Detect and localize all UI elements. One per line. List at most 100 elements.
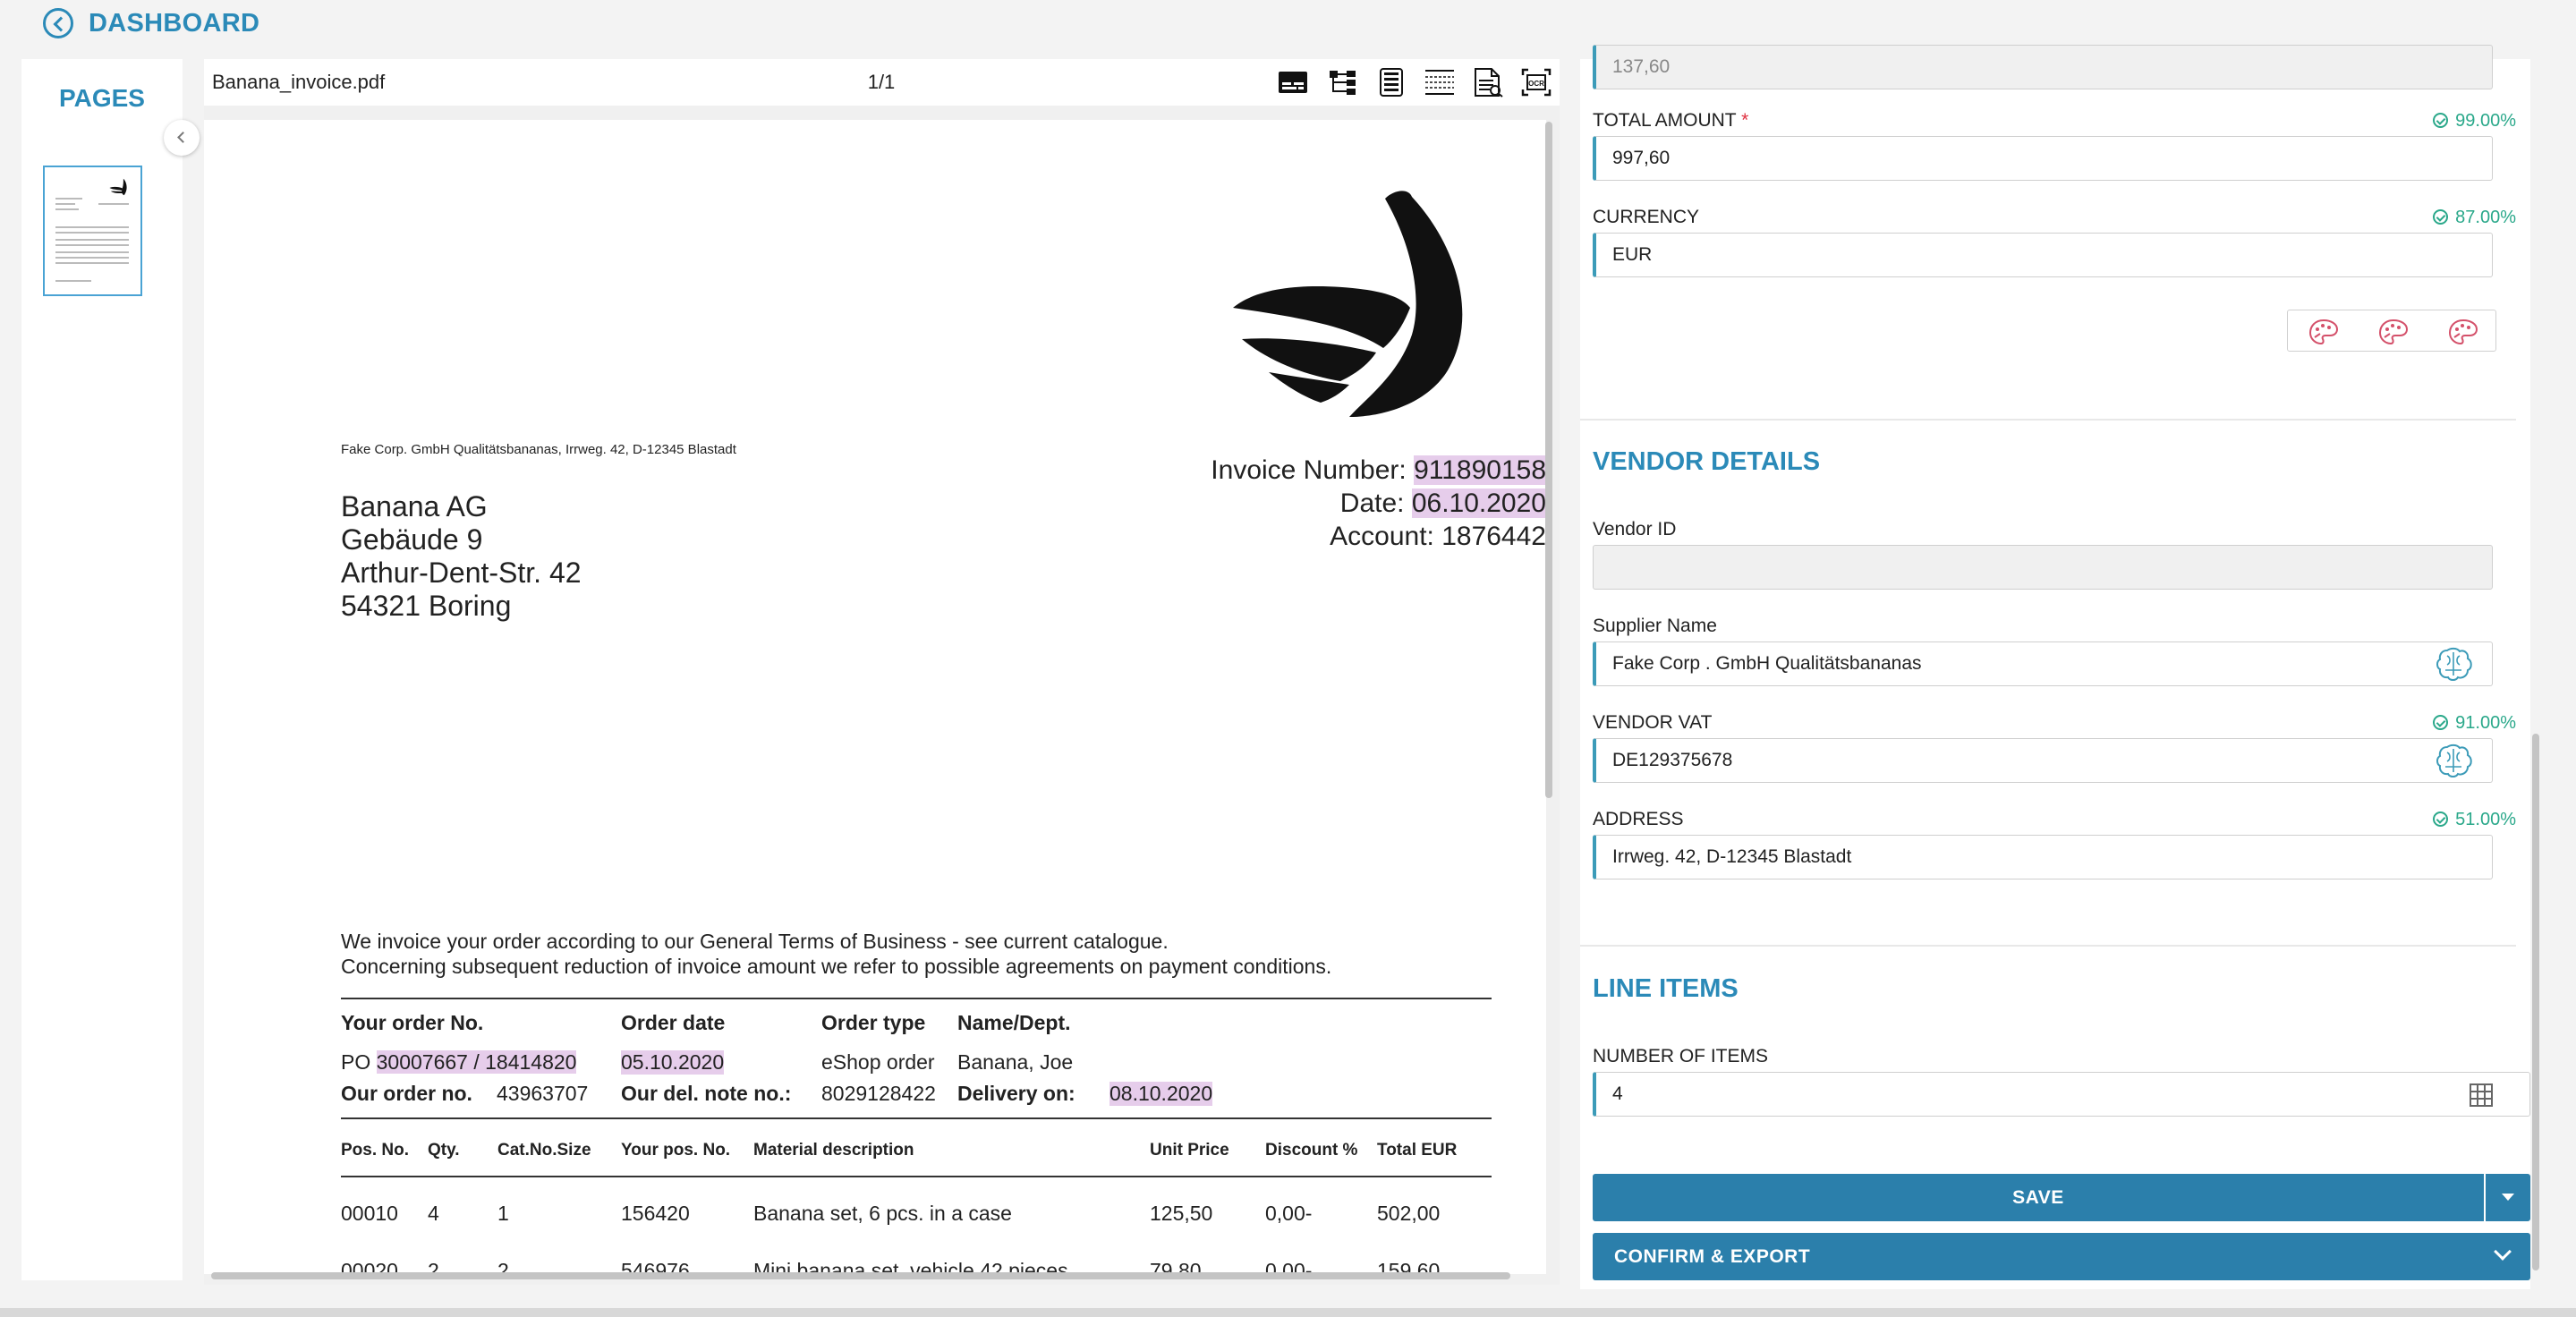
dashboard-link[interactable]: DASHBOARD	[89, 9, 259, 38]
currency-label: CURRENCY	[1593, 207, 1700, 227]
order-header: Your order No.	[341, 1011, 484, 1034]
order-po-value[interactable]: 30007667 / 18414820	[376, 1050, 577, 1074]
item-cell: Banana set, 6 pcs. in a case	[753, 1202, 1012, 1225]
vendor-vat-label: VENDOR VAT	[1593, 712, 1713, 733]
our-order-value: 43963707	[497, 1082, 589, 1105]
collapse-pages-button[interactable]	[164, 120, 200, 156]
order-header: Order type	[821, 1011, 926, 1034]
confidence-value: 87.00%	[2455, 208, 2516, 227]
invoice-number-value[interactable]: 911890158	[1414, 455, 1546, 485]
terms-line: We invoice your order according to our G…	[341, 930, 1169, 953]
total-amount-label-text: TOTAL AMOUNT	[1593, 110, 1737, 131]
document-viewer: Banana_invoice.pdf 1/1 OCR Fake Corp. Gm…	[204, 59, 1560, 1285]
line-items-title: LINE ITEMS	[1593, 974, 1739, 1003]
line-spacing-icon[interactable]	[1424, 67, 1456, 98]
invoice-number-line: Invoice Number: 911890158	[259, 454, 1546, 487]
page-counter: 1/1	[867, 71, 896, 93]
palette-icon[interactable]	[2308, 318, 2340, 346]
document-text-icon[interactable]	[1472, 67, 1504, 98]
subtitles-icon[interactable]	[1277, 67, 1309, 98]
page-thumbnail-1[interactable]	[43, 166, 142, 296]
divider-line	[341, 998, 1492, 999]
order-header: Order date	[621, 1011, 726, 1034]
text-columns-icon[interactable]	[1375, 67, 1407, 98]
chevron-down-icon	[2494, 1243, 2512, 1261]
our-order-label: Our order no.	[341, 1082, 472, 1105]
item-header: Unit Price	[1150, 1141, 1229, 1160]
number-of-items-label: NUMBER OF ITEMS	[1593, 1046, 1769, 1066]
horizontal-scrollbar[interactable]	[211, 1272, 1510, 1279]
delivery-label: Delivery on:	[957, 1082, 1075, 1105]
terms-line: Concerning subsequent reduction of invoi…	[341, 955, 1332, 978]
order-header: Name/Dept.	[957, 1011, 1071, 1034]
save-dropdown-button[interactable]	[2486, 1174, 2530, 1221]
recipient-line: Arthur-Dent-Str. 42	[341, 557, 582, 589]
thumb-line	[55, 257, 129, 259]
divider-line	[341, 1117, 1492, 1119]
check-circle-icon	[2433, 113, 2449, 128]
partial-amount-field[interactable]	[1593, 45, 2493, 89]
date-label: Date:	[1339, 489, 1412, 518]
form-scrollbar[interactable]	[2532, 734, 2539, 1270]
thumb-line	[55, 208, 79, 210]
section-divider	[1580, 419, 2516, 421]
save-button[interactable]: SAVE	[1593, 1174, 2484, 1221]
item-header: Total EUR	[1377, 1141, 1458, 1160]
order-po-prefix: PO	[341, 1050, 377, 1074]
order-date-value[interactable]: 05.10.2020	[621, 1050, 725, 1075]
check-circle-icon	[2433, 811, 2449, 827]
palette-icon[interactable]	[2447, 318, 2479, 346]
address-field[interactable]	[1593, 835, 2493, 879]
date-line: Date: 06.10.2020	[259, 487, 1546, 520]
delivery-value[interactable]: 08.10.2020	[1109, 1082, 1213, 1106]
item-cell: 00010	[341, 1202, 398, 1225]
supplier-name-label: Supplier Name	[1593, 616, 1717, 636]
top-bar: DASHBOARD	[0, 0, 2576, 48]
brain-ai-icon[interactable]	[2435, 645, 2476, 683]
currency-confidence: 87.00%	[2433, 208, 2516, 228]
item-cell: 4	[428, 1202, 439, 1225]
currency-field[interactable]	[1593, 233, 2493, 277]
item-header: Pos. No.	[341, 1141, 410, 1160]
brain-ai-icon[interactable]	[2435, 742, 2476, 779]
vertical-scrollbar[interactable]	[1545, 122, 1552, 798]
item-cell: 502,00	[1377, 1202, 1441, 1225]
terms-text: We invoice your order according to our G…	[341, 929, 1331, 979]
total-amount-field[interactable]	[1593, 136, 2493, 181]
confidence-value: 99.00%	[2455, 111, 2516, 131]
banana-logo-thumb-icon	[109, 178, 127, 196]
table-grid-icon[interactable]	[2469, 1083, 2494, 1108]
back-arrow-icon[interactable]	[43, 8, 73, 38]
palette-icon[interactable]	[2377, 318, 2410, 346]
thumb-line	[55, 226, 129, 228]
document-page: Fake Corp. GmbH Qualitätsbananas, Irrweg…	[204, 120, 1546, 1274]
thumb-line	[55, 262, 129, 264]
check-circle-icon	[2433, 209, 2449, 225]
recipient-line: 54321 Boring	[341, 590, 512, 622]
vendor-id-field[interactable]	[1593, 545, 2493, 590]
item-cell: 1	[497, 1202, 509, 1225]
tree-structure-icon[interactable]	[1327, 67, 1359, 98]
order-name-value: Banana, Joe	[957, 1050, 1074, 1074]
date-value[interactable]: 06.10.2020	[1411, 489, 1546, 518]
section-divider	[1580, 945, 2516, 947]
vendor-vat-confidence: 91.00%	[2433, 713, 2516, 734]
vendor-vat-field[interactable]	[1593, 738, 2493, 783]
item-cell: 156420	[621, 1202, 690, 1225]
extraction-form: TOTAL AMOUNT * 99.00% CURRENCY 87.00% VE…	[1580, 45, 2530, 1289]
vendor-details-title: VENDOR DETAILS	[1593, 447, 1821, 476]
supplier-name-field[interactable]	[1593, 642, 2493, 686]
address-label: ADDRESS	[1593, 809, 1684, 829]
divider-line	[341, 1176, 1492, 1177]
number-of-items-field[interactable]	[1593, 1072, 2530, 1117]
thumb-line	[55, 203, 75, 205]
ocr-icon[interactable]: OCR	[1520, 67, 1552, 98]
pages-panel: PAGES	[21, 59, 183, 1280]
item-cell: 0,00-	[1265, 1202, 1313, 1225]
item-header: Material description	[753, 1141, 914, 1160]
total-amount-confidence: 99.00%	[2433, 111, 2516, 132]
confirm-export-button[interactable]: CONFIRM & EXPORT	[1593, 1233, 2530, 1280]
order-type-value: eShop order	[821, 1050, 935, 1074]
total-amount-label: TOTAL AMOUNT *	[1593, 110, 1748, 132]
thumb-line	[55, 244, 129, 246]
